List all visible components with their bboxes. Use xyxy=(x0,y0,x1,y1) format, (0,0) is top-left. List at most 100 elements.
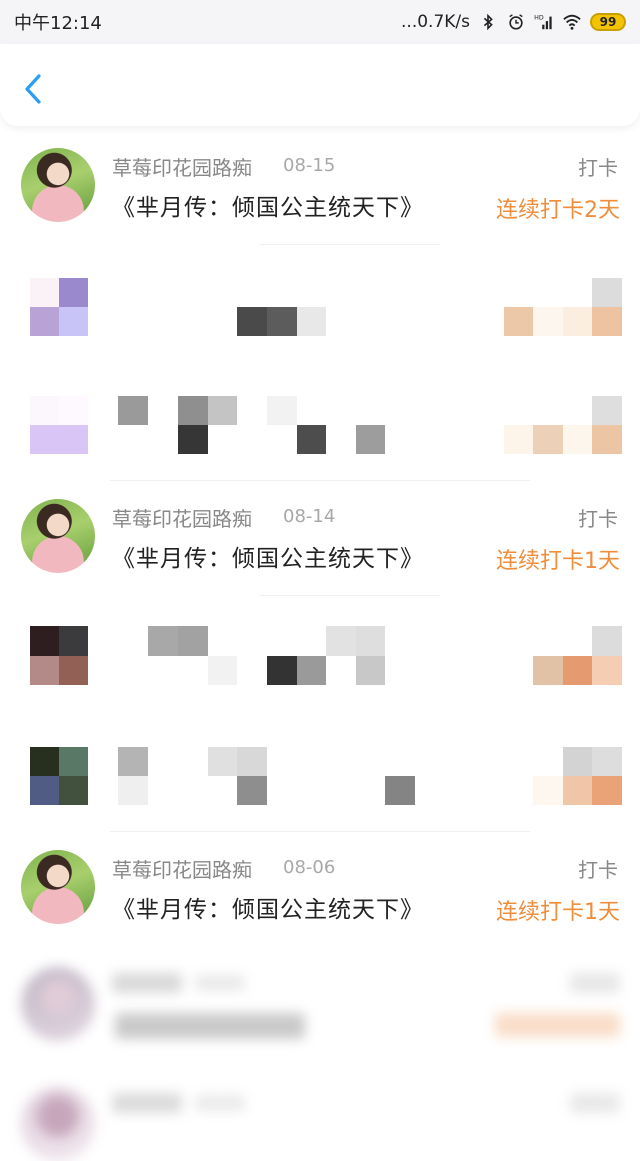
signal-icon: HD xyxy=(534,14,552,30)
mosaic-pixel xyxy=(237,307,267,336)
mosaic-pixel xyxy=(592,425,622,454)
entry-date: 08-06 xyxy=(283,857,336,878)
mosaic-pixel xyxy=(563,656,592,685)
book-title[interactable]: 《芈月传：倾国公主统天下》 xyxy=(112,890,424,924)
mosaic-row xyxy=(0,245,640,363)
mosaic-pixel xyxy=(208,396,237,425)
streak-label: 连续打卡1天 xyxy=(496,900,620,925)
blurred-placeholder xyxy=(115,1013,305,1039)
mosaic-pixel xyxy=(208,747,237,776)
avatar[interactable] xyxy=(21,850,95,924)
checkin-feed: 草莓印花园路痴 08-15 打卡 《芈月传：倾国公主统天下》 连续打卡2天 草莓… xyxy=(0,130,640,1161)
streak-label: 连续打卡2天 xyxy=(496,198,620,223)
mosaic-pixel xyxy=(563,425,592,454)
bluetooth-icon xyxy=(483,13,493,31)
blurred-placeholder xyxy=(195,1095,245,1111)
mosaic-pixel xyxy=(563,747,592,776)
blurred-placeholder xyxy=(495,1013,620,1037)
mosaic-pixel xyxy=(267,656,297,685)
status-icons: ...0.7K/s HD 99 xyxy=(401,12,626,32)
mosaic-pixel xyxy=(30,278,59,307)
mosaic-pixel xyxy=(118,747,148,776)
mosaic-pixel xyxy=(59,656,88,685)
mosaic-pixel xyxy=(118,776,148,805)
username[interactable]: 草莓印花园路痴 xyxy=(112,152,252,181)
mosaic-pixel xyxy=(30,396,59,425)
net-speed: ...0.7K/s xyxy=(401,12,470,32)
mosaic-row xyxy=(0,363,640,481)
mosaic-pixel xyxy=(59,278,88,307)
checkin-tag: 打卡 xyxy=(578,858,618,882)
mosaic-pixel xyxy=(563,776,592,805)
mosaic-pixel xyxy=(59,776,88,805)
mosaic-pixel xyxy=(592,307,622,336)
mosaic-pixel xyxy=(118,396,148,425)
book-title[interactable]: 《芈月传：倾国公主统天下》 xyxy=(112,188,424,222)
mosaic-pixel xyxy=(504,307,533,336)
mosaic-pixel xyxy=(178,425,208,454)
mosaic-pixel xyxy=(385,776,415,805)
mosaic-pixel xyxy=(533,776,563,805)
mosaic-pixel xyxy=(297,307,326,336)
mosaic-pixel xyxy=(59,626,88,656)
mosaic-row xyxy=(0,596,640,714)
avatar[interactable] xyxy=(21,148,95,222)
blurred-placeholder xyxy=(570,973,620,993)
mosaic-pixel xyxy=(178,626,208,656)
avatar xyxy=(21,1087,95,1161)
mosaic-pixel xyxy=(592,776,622,805)
mosaic-pixel xyxy=(30,425,88,454)
mosaic-pixel xyxy=(59,747,88,776)
checkin-entry[interactable]: 草莓印花园路痴 08-06 打卡 《芈月传：倾国公主统天下》 连续打卡1天 xyxy=(0,832,640,947)
alarm-icon xyxy=(509,14,523,30)
mosaic-pixel xyxy=(30,307,59,336)
mosaic-pixel xyxy=(237,776,267,805)
blurred-entry xyxy=(0,1077,640,1161)
streak-label: 连续打卡1天 xyxy=(496,549,620,574)
username[interactable]: 草莓印花园路痴 xyxy=(112,503,252,532)
entry-date: 08-15 xyxy=(283,155,336,176)
status-bar: 中午12:14 ...0.7K/s HD 99 xyxy=(0,0,640,44)
mosaic-pixel xyxy=(148,626,178,656)
avatar[interactable] xyxy=(21,499,95,573)
mosaic-pixel xyxy=(592,396,622,425)
mosaic-pixel xyxy=(30,776,59,805)
username[interactable]: 草莓印花园路痴 xyxy=(112,854,252,883)
avatar xyxy=(21,967,95,1041)
checkin-tag: 打卡 xyxy=(578,507,618,531)
mosaic-pixel xyxy=(592,278,622,307)
mosaic-pixel xyxy=(178,396,208,425)
mosaic-pixel xyxy=(504,425,533,454)
mosaic-pixel xyxy=(30,626,59,656)
mosaic-pixel xyxy=(267,307,297,336)
mosaic-pixel xyxy=(326,626,356,656)
mosaic-pixel xyxy=(267,396,297,425)
blurred-placeholder xyxy=(112,1093,182,1113)
wifi-icon xyxy=(563,14,581,30)
mosaic-pixel xyxy=(297,656,326,685)
battery-icon: 99 xyxy=(590,13,626,31)
blurred-placeholder xyxy=(570,1093,620,1113)
mosaic-pixel xyxy=(592,656,622,685)
mosaic-pixel xyxy=(592,626,622,656)
blurred-placeholder xyxy=(195,975,245,991)
status-time: 中午12:14 xyxy=(14,13,102,34)
mosaic-pixel xyxy=(237,747,267,776)
mosaic-pixel xyxy=(356,425,385,454)
back-button[interactable] xyxy=(18,70,48,108)
mosaic-pixel xyxy=(356,656,385,685)
checkin-tag: 打卡 xyxy=(578,156,618,180)
top-nav-bar xyxy=(0,44,640,126)
mosaic-pixel xyxy=(592,747,622,776)
mosaic-pixel xyxy=(356,626,385,656)
checkin-entry[interactable]: 草莓印花园路痴 08-14 打卡 《芈月传：倾国公主统天下》 连续打卡1天 xyxy=(0,481,640,832)
blurred-entry xyxy=(0,947,640,1077)
entry-date: 08-14 xyxy=(283,506,336,527)
book-title[interactable]: 《芈月传：倾国公主统天下》 xyxy=(112,539,424,573)
mosaic-pixel xyxy=(59,396,88,425)
mosaic-pixel xyxy=(533,656,563,685)
mosaic-pixel xyxy=(30,656,59,685)
checkin-entry[interactable]: 草莓印花园路痴 08-15 打卡 《芈月传：倾国公主统天下》 连续打卡2天 xyxy=(0,130,640,481)
mosaic-pixel xyxy=(59,307,88,336)
mosaic-row xyxy=(0,714,640,832)
